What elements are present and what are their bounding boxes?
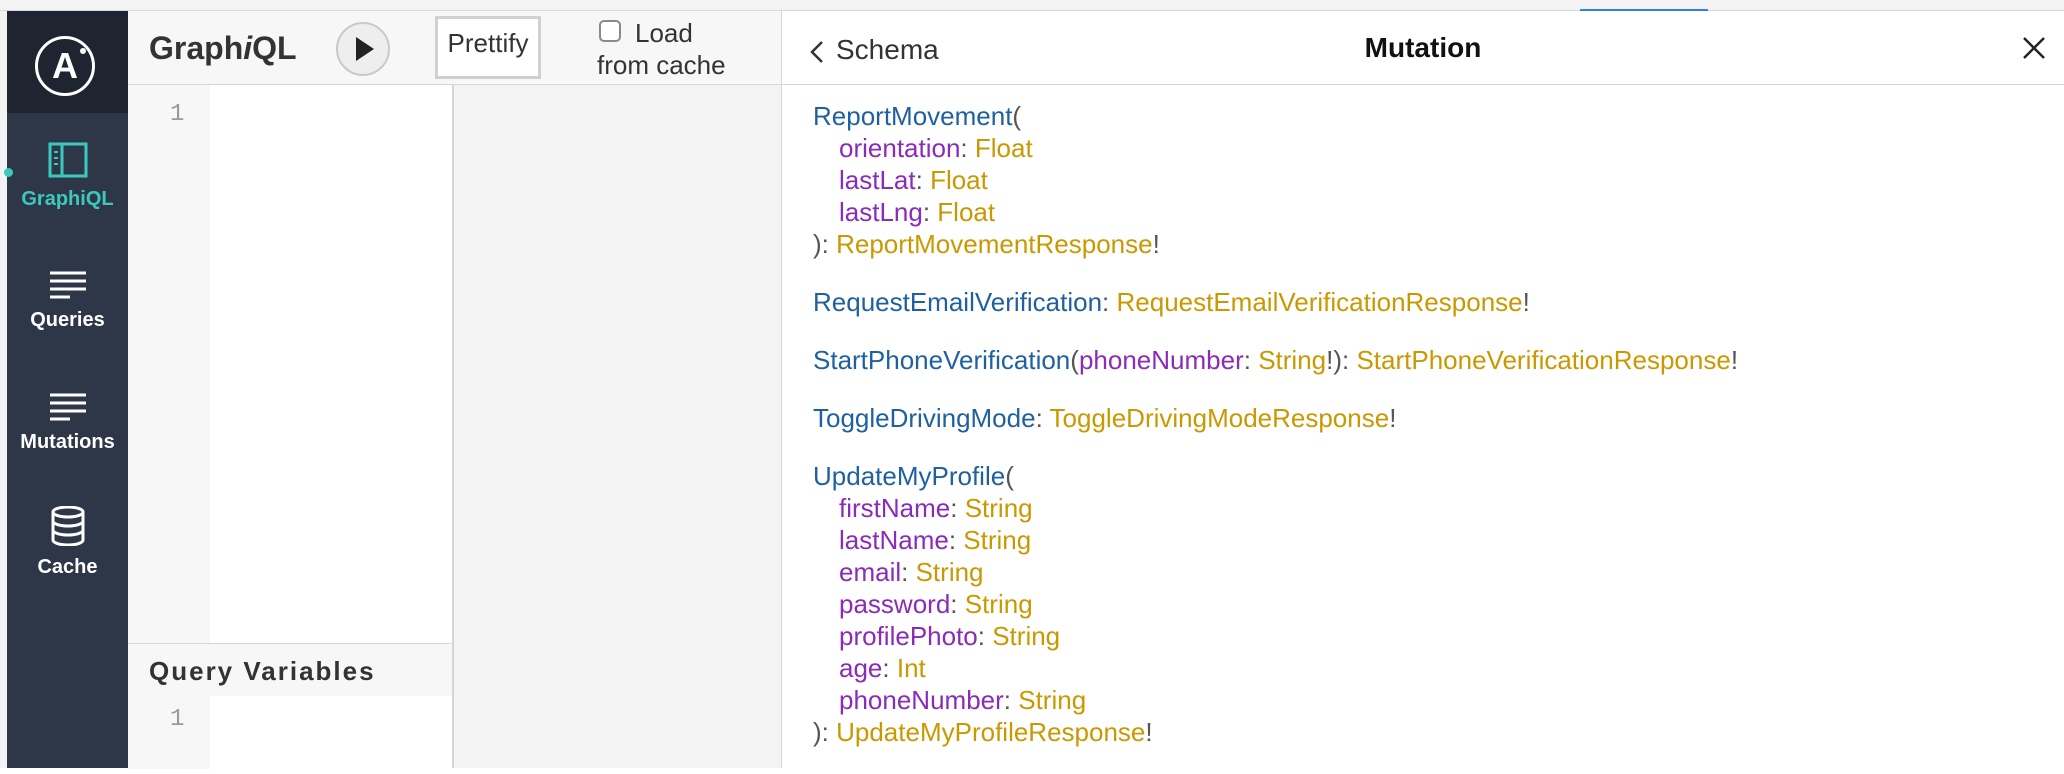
docs-explorer: Schema Mutation ReportMovement( orientat… [781,11,2064,768]
apollo-logo: A [7,11,128,113]
type-link[interactable]: ToggleDrivingModeResponse [1050,403,1390,433]
editor-gutter [128,85,210,643]
arg-name: firstName [839,493,951,523]
lines-icon [49,393,86,421]
type-link[interactable]: String [992,621,1060,651]
field-name-link[interactable]: RequestEmailVerification [813,287,1102,317]
sidebar-item-label: Cache [37,556,98,578]
execute-query-button[interactable] [336,22,390,76]
arg-name: email [839,557,902,587]
field-name-link[interactable]: UpdateMyProfile [813,461,1005,491]
prettify-button[interactable]: Prettify [435,16,541,79]
field-name-link[interactable]: StartPhoneVerification [813,345,1070,375]
arg-name: age [839,653,883,683]
arg-name: lastLng [839,197,923,227]
result-pane [453,85,781,768]
sidebar-item-label: Mutations [20,431,115,453]
app-title: GraphiQL [149,30,297,66]
sidebar-item-cache[interactable]: Cache [7,506,128,579]
field-request-email-verification: RequestEmailVerification: RequestEmailVe… [813,287,1530,317]
docs-title: Mutation [1364,32,1482,63]
sidebar-item-label: Queries [30,309,105,331]
variables-editor[interactable] [210,696,452,769]
type-link[interactable]: String [963,525,1031,555]
type-link[interactable]: Float [937,197,995,227]
arg-name: phoneNumber [1078,345,1244,375]
graphiql-toolbar: GraphiQL Prettify Load from cache [128,11,781,85]
play-icon [356,37,374,61]
close-icon[interactable] [2019,33,2049,63]
type-link[interactable]: StartPhoneVerificationResponse [1356,345,1730,375]
docs-field-list: ReportMovement( orientation: Float lastL… [813,100,1738,774]
docs-header: Schema Mutation [782,11,2064,85]
type-link[interactable]: String [916,557,984,587]
field-report-movement: ReportMovement( orientation: Float lastL… [813,101,1160,259]
variables-gutter [128,696,210,769]
field-name-link[interactable]: ToggleDrivingMode [813,403,1036,433]
arg-name: password [839,589,951,619]
load-from-cache-label: Load from cache [597,18,726,80]
sidebar-item-graphiql[interactable]: GraphiQL [7,142,128,211]
browser-tab-strip [0,0,2064,11]
field-start-phone-verification: StartPhoneVerification(phoneNumber: Stri… [813,345,1739,375]
field-update-my-profile: UpdateMyProfile( firstName: String lastN… [813,461,1153,747]
type-link[interactable]: Float [930,165,988,195]
query-variables-title[interactable]: Query Variables [149,656,376,687]
arg-name: lastName [839,525,949,555]
sidebar-item-queries[interactable]: Queries [7,269,128,332]
type-link[interactable]: Int [897,653,926,683]
arg-name: lastLat [839,165,916,195]
query-variables-panel: Query Variables 1 [128,643,453,769]
sidebar: A GraphiQL Queries Mutations Cache [4,11,128,768]
line-number: 1 [170,101,185,128]
arg-name: phoneNumber [839,685,1004,715]
lines-icon [49,271,86,299]
type-link[interactable]: UpdateMyProfileResponse [836,717,1145,747]
type-link[interactable]: RequestEmailVerificationResponse [1117,287,1523,317]
field-toggle-driving-mode: ToggleDrivingMode: ToggleDrivingModeResp… [813,403,1397,433]
database-icon [51,506,84,546]
query-editor[interactable]: 1 [128,85,453,643]
arg-name: profilePhoto [839,621,978,651]
layout-panel-icon [48,142,87,178]
type-link[interactable]: String [1258,345,1326,375]
type-link[interactable]: String [965,589,1033,619]
type-link[interactable]: String [1018,685,1086,715]
sidebar-item-label: GraphiQL [21,188,114,210]
arg-name: orientation [839,133,961,163]
apollo-logo-icon: A [35,36,95,96]
type-link[interactable]: Float [975,133,1033,163]
window-edge [0,11,7,768]
line-number: 1 [170,706,185,733]
type-link[interactable]: ReportMovementResponse [836,229,1153,259]
field-name-link[interactable]: ReportMovement [813,101,1012,131]
sidebar-item-mutations[interactable]: Mutations [7,391,128,454]
type-link[interactable]: String [965,493,1033,523]
